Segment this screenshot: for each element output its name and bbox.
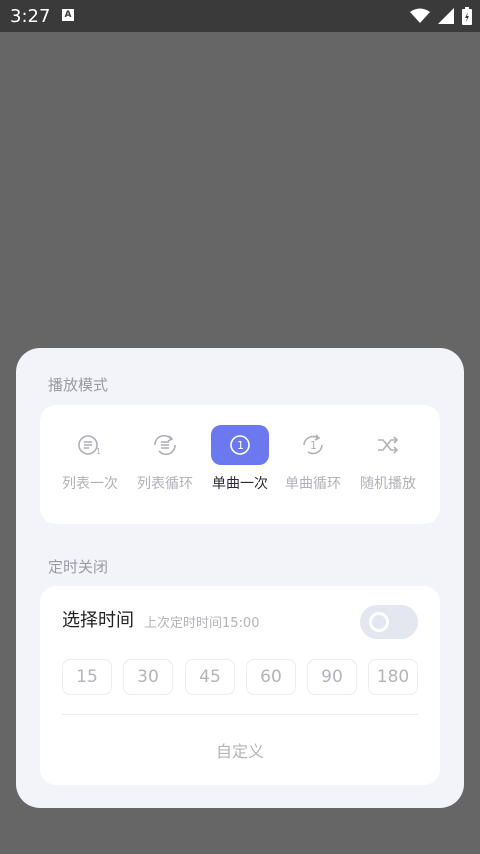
svg-text:1: 1 xyxy=(237,439,244,452)
time-option[interactable]: 15 xyxy=(62,659,112,695)
toggle-knob xyxy=(369,612,389,632)
svg-text:1: 1 xyxy=(96,447,101,456)
list-repeat-icon xyxy=(154,434,176,456)
list-once-icon: 1 xyxy=(78,435,101,456)
time-option[interactable]: 30 xyxy=(123,659,173,695)
notification-icon: A xyxy=(62,9,74,21)
mode-label: 随机播放 xyxy=(360,476,416,492)
mode-single-once[interactable]: 1 单曲一次 xyxy=(210,425,270,505)
time-option[interactable]: 45 xyxy=(185,659,235,695)
mode-list-once[interactable]: 1 列表一次 xyxy=(60,425,120,505)
status-bar: 3:27 A xyxy=(0,0,480,32)
last-timer-text: 上次定时时间15:00 xyxy=(144,616,260,631)
play-mode-card: 1 列表一次 列表循环 1 单曲一次 1 单曲循环 随机播放 xyxy=(40,405,440,524)
wifi-icon xyxy=(410,8,430,23)
time-option[interactable]: 60 xyxy=(246,659,296,695)
timer-title: 定时关闭 xyxy=(48,558,109,576)
player-settings-sheet: 播放模式 1 列表一次 列表循环 1 单曲一次 1 单曲循环 随机播放 定时关闭… xyxy=(16,348,464,808)
status-time: 3:27 xyxy=(10,6,51,27)
time-option[interactable]: 90 xyxy=(307,659,357,695)
single-once-icon: 1 xyxy=(230,435,250,455)
svg-text:1: 1 xyxy=(310,439,317,452)
mode-label: 单曲循环 xyxy=(285,476,341,492)
status-icons xyxy=(410,7,472,25)
mode-label: 列表一次 xyxy=(62,476,118,492)
select-time-label: 选择时间 xyxy=(62,610,134,631)
mode-label: 列表循环 xyxy=(137,476,193,492)
shuffle-icon xyxy=(378,436,399,454)
mode-label: 单曲一次 xyxy=(212,476,268,492)
timer-card: 选择时间 上次定时时间15:00 15 30 45 60 90 180 自定义 xyxy=(40,586,440,785)
single-repeat-icon: 1 xyxy=(303,434,323,455)
play-mode-title: 播放模式 xyxy=(48,376,109,394)
custom-time-button[interactable]: 自定义 xyxy=(40,738,440,762)
mode-list-repeat[interactable]: 列表循环 xyxy=(135,425,195,505)
timer-toggle[interactable] xyxy=(360,605,418,639)
mode-single-repeat[interactable]: 1 单曲循环 xyxy=(283,425,343,505)
mode-shuffle[interactable]: 随机播放 xyxy=(358,425,418,505)
signal-icon xyxy=(438,8,454,24)
battery-icon xyxy=(462,7,472,25)
divider xyxy=(62,714,418,715)
time-option[interactable]: 180 xyxy=(368,659,418,695)
